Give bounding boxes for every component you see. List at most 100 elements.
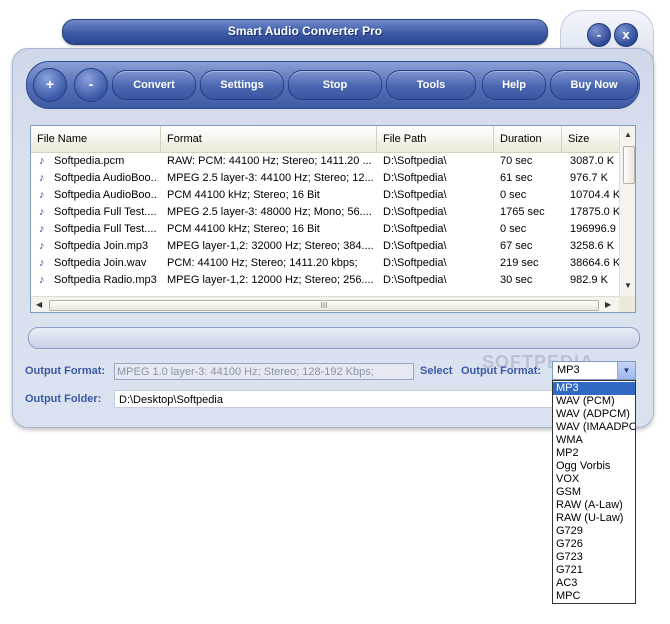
add-files-button[interactable]: + xyxy=(33,68,67,102)
vertical-scroll-thumb[interactable] xyxy=(623,146,635,184)
table-row[interactable]: ♪ Softpedia Full Test.... MPEG 2.5 layer… xyxy=(31,204,619,221)
output-format-field: MPEG 1.0 layer-3: 44100 Hz; Stereo; 128-… xyxy=(114,363,414,380)
format-option-mp2[interactable]: MP2 xyxy=(553,447,635,460)
cell-format: MPEG 2.5 layer-3: 44100 Hz; Stereo; 12..… xyxy=(167,172,374,184)
cell-duration: 67 sec xyxy=(500,240,533,252)
chevron-down-icon[interactable]: ▼ xyxy=(617,362,635,379)
horizontal-scroll-thumb[interactable]: III xyxy=(49,300,599,311)
cell-file-name: Softpedia Radio.mp3 xyxy=(54,274,157,286)
select-label: Select xyxy=(420,365,453,377)
output-format-label: Output Format: xyxy=(25,365,106,377)
output-format-dropdown[interactable]: MP3 WAV (PCM) WAV (ADPCM) WAV (IMAADPCM)… xyxy=(552,380,636,604)
close-button[interactable]: x xyxy=(614,23,638,47)
conversion-progress-bar xyxy=(28,327,640,349)
format-option-wav-pcm[interactable]: WAV (PCM) xyxy=(553,395,635,408)
cell-file-name: Softpedia AudioBoo... xyxy=(54,172,158,184)
cell-format: MPEG 2.5 layer-3: 48000 Hz; Mono; 56.... xyxy=(167,206,372,218)
vertical-scrollbar[interactable]: ▲ ▼ xyxy=(619,126,635,296)
table-row[interactable]: ♪ Softpedia.pcm RAW: PCM: 44100 Hz; Ster… xyxy=(31,153,619,170)
cell-size: 976.7 K xyxy=(570,172,608,184)
cell-format: PCM: 44100 Hz; Stereo; 1411.20 kbps; xyxy=(167,257,358,269)
format-option-mp3[interactable]: MP3 xyxy=(553,382,635,395)
buy-now-button[interactable]: Buy Now xyxy=(550,70,638,100)
cell-file-path: D:\Softpedia\ xyxy=(383,155,447,167)
cell-file-path: D:\Softpedia\ xyxy=(383,274,447,286)
audio-file-icon: ♪ xyxy=(39,155,45,167)
cell-file-name: Softpedia Join.wav xyxy=(54,257,147,269)
format-option-g721[interactable]: G721 xyxy=(553,564,635,577)
scroll-right-icon[interactable]: ▶ xyxy=(605,300,611,309)
table-row[interactable]: ♪ Softpedia AudioBoo... PCM 44100 kHz; S… xyxy=(31,187,619,204)
file-list[interactable]: File Name Format File Path Duration Size… xyxy=(30,125,636,313)
file-list-header: File Name Format File Path Duration Size xyxy=(31,126,619,153)
cell-file-name: Softpedia Join.mp3 xyxy=(54,240,149,252)
output-format-select[interactable]: MP3 ▼ xyxy=(552,361,636,380)
audio-file-icon: ♪ xyxy=(39,257,45,269)
scroll-left-icon[interactable]: ◀ xyxy=(36,300,42,309)
cell-format: RAW: PCM: 44100 Hz; Stereo; 1411.20 ... xyxy=(167,155,372,167)
cell-size: 38664.6 K xyxy=(570,257,619,269)
cell-format: PCM 44100 kHz; Stereo; 16 Bit xyxy=(167,189,320,201)
cell-format: MPEG layer-1,2: 12000 Hz; Stereo; 256...… xyxy=(167,274,374,286)
cell-format: MPEG layer-1,2: 32000 Hz; Stereo; 384...… xyxy=(167,240,374,252)
table-row[interactable]: ♪ Softpedia Join.wav PCM: 44100 Hz; Ster… xyxy=(31,255,619,272)
cell-duration: 70 sec xyxy=(500,155,533,167)
format-option-ac3[interactable]: AC3 xyxy=(553,577,635,590)
cell-file-path: D:\Softpedia\ xyxy=(383,172,447,184)
cell-file-name: Softpedia AudioBoo... xyxy=(54,189,158,201)
format-option-mpc[interactable]: MPC xyxy=(553,590,635,603)
format-option-g729[interactable]: G729 xyxy=(553,525,635,538)
tools-button[interactable]: Tools xyxy=(386,70,476,100)
audio-file-icon: ♪ xyxy=(39,172,45,184)
column-header-file-name[interactable]: File Name xyxy=(31,126,161,152)
audio-file-icon: ♪ xyxy=(39,274,45,286)
audio-file-icon: ♪ xyxy=(39,206,45,218)
title-bar[interactable]: Smart Audio Converter Pro xyxy=(62,19,548,45)
cell-duration: 0 sec xyxy=(500,223,527,235)
cell-file-path: D:\Softpedia\ xyxy=(383,240,447,252)
format-option-raw-a-law[interactable]: RAW (A-Law) xyxy=(553,499,635,512)
minimize-button[interactable]: - xyxy=(587,23,611,47)
column-header-size[interactable]: Size xyxy=(562,126,619,152)
table-row[interactable]: ♪ Softpedia Join.mp3 MPEG layer-1,2: 320… xyxy=(31,238,619,255)
column-header-duration[interactable]: Duration xyxy=(494,126,562,152)
convert-button[interactable]: Convert xyxy=(112,70,196,100)
cell-duration: 61 sec xyxy=(500,172,533,184)
stop-button[interactable]: Stop xyxy=(288,70,382,100)
format-option-wma[interactable]: WMA xyxy=(553,434,635,447)
format-option-g723[interactable]: G723 xyxy=(553,551,635,564)
format-option-raw-u-law[interactable]: RAW (U-Law) xyxy=(553,512,635,525)
format-option-ogg-vorbis[interactable]: Ogg Vorbis xyxy=(553,460,635,473)
column-header-file-path[interactable]: File Path xyxy=(377,126,494,152)
settings-button[interactable]: Settings xyxy=(200,70,284,100)
cell-duration: 30 sec xyxy=(500,274,533,286)
format-option-gsm[interactable]: GSM xyxy=(553,486,635,499)
format-option-wav-adpcm[interactable]: WAV (ADPCM) xyxy=(553,408,635,421)
format-option-wav-imaadpcm[interactable]: WAV (IMAADPCM) xyxy=(553,421,635,434)
cell-size: 17875.0 K xyxy=(570,206,619,218)
horizontal-scrollbar[interactable]: ◀ III ▶ xyxy=(31,296,619,312)
format-option-g726[interactable]: G726 xyxy=(553,538,635,551)
cell-file-name: Softpedia Full Test.... xyxy=(54,223,157,235)
cell-size: 10704.4 K xyxy=(570,189,619,201)
cell-file-name: Softpedia Full Test.... xyxy=(54,206,157,218)
cell-file-path: D:\Softpedia\ xyxy=(383,206,447,218)
scroll-up-icon[interactable]: ▲ xyxy=(624,130,632,139)
remove-files-button[interactable]: - xyxy=(74,68,108,102)
help-button[interactable]: Help xyxy=(482,70,546,100)
format-option-vox[interactable]: VOX xyxy=(553,473,635,486)
cell-size: 196996.9 xyxy=(570,223,616,235)
column-header-format[interactable]: Format xyxy=(161,126,377,152)
cell-file-path: D:\Softpedia\ xyxy=(383,189,447,201)
scrollbar-corner xyxy=(619,296,635,312)
cell-duration: 0 sec xyxy=(500,189,527,201)
output-folder-label: Output Folder: xyxy=(25,393,102,405)
audio-file-icon: ♪ xyxy=(39,223,45,235)
audio-file-icon: ♪ xyxy=(39,189,45,201)
table-row[interactable]: ♪ Softpedia Radio.mp3 MPEG layer-1,2: 12… xyxy=(31,272,619,289)
scroll-down-icon[interactable]: ▼ xyxy=(624,281,632,290)
table-row[interactable]: ♪ Softpedia AudioBoo... MPEG 2.5 layer-3… xyxy=(31,170,619,187)
cell-file-path: D:\Softpedia\ xyxy=(383,257,447,269)
select-output-format-label: Output Format: xyxy=(461,365,542,377)
table-row[interactable]: ♪ Softpedia Full Test.... PCM 44100 kHz;… xyxy=(31,221,619,238)
